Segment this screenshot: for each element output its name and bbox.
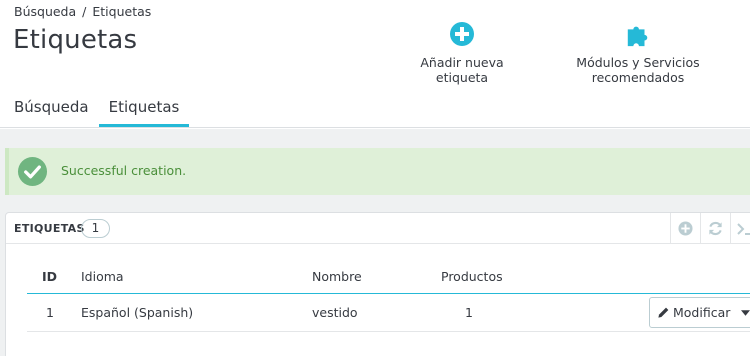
count-badge: 1 — [81, 219, 110, 238]
terminal-icon — [736, 222, 750, 235]
success-alert-text: Successful creation. — [61, 163, 187, 178]
tab-tags[interactable]: Etiquetas — [99, 94, 189, 127]
puzzle-icon — [627, 26, 648, 47]
caret-down-icon[interactable] — [741, 310, 750, 316]
breadcrumb-parent[interactable]: Búsqueda — [14, 4, 76, 19]
plus-circle-icon — [450, 22, 474, 46]
panel-title: ETIQUETAS — [14, 222, 85, 235]
tags-panel: ETIQUETAS 1 ID Idioma Nombre Productos 1… — [5, 212, 750, 356]
tab-search[interactable]: Búsqueda — [14, 94, 92, 127]
column-header-id[interactable]: ID — [42, 269, 57, 284]
panel-add-button[interactable] — [670, 213, 700, 244]
success-alert: Successful creation. — [5, 148, 750, 195]
page-body: Successful creation. ETIQUETAS 1 ID Idio… — [0, 129, 750, 356]
recommended-modules-button[interactable]: Módulos y Servicios recomendados — [538, 20, 738, 85]
panel-heading: ETIQUETAS 1 — [6, 213, 750, 244]
refresh-icon — [709, 221, 722, 236]
pencil-icon — [658, 307, 669, 318]
breadcrumb: Búsqueda / Etiquetas — [14, 4, 151, 19]
column-header-products[interactable]: Productos — [441, 269, 503, 284]
edit-button[interactable]: Modificar — [649, 297, 750, 328]
page-title: Etiquetas — [13, 25, 138, 55]
row-divider — [27, 331, 750, 332]
page-header: Búsqueda / Etiquetas Etiquetas Añadir nuev… — [0, 0, 750, 128]
cell-products[interactable]: 1 — [465, 305, 473, 320]
cell-name[interactable]: vestido — [312, 305, 358, 320]
edit-button-label: Modificar — [673, 305, 731, 320]
header-divider — [27, 293, 750, 294]
check-circle-icon — [17, 156, 48, 187]
recommended-modules-label: Módulos y Servicios recomendados — [576, 55, 700, 85]
cell-id[interactable]: 1 — [46, 305, 54, 320]
cell-language[interactable]: Español (Spanish) — [81, 305, 193, 320]
breadcrumb-current: Etiquetas — [92, 4, 152, 19]
breadcrumb-separator: / — [82, 4, 87, 19]
add-new-tag-label: Añadir nueva etiqueta — [420, 55, 504, 85]
plus-circle-icon — [678, 221, 693, 236]
column-header-language[interactable]: Idioma — [81, 269, 124, 284]
column-header-name[interactable]: Nombre — [312, 269, 362, 284]
sql-query-button[interactable] — [730, 213, 750, 244]
refresh-list-button[interactable] — [700, 213, 730, 244]
add-new-tag-button[interactable]: Añadir nueva etiqueta — [397, 20, 527, 85]
